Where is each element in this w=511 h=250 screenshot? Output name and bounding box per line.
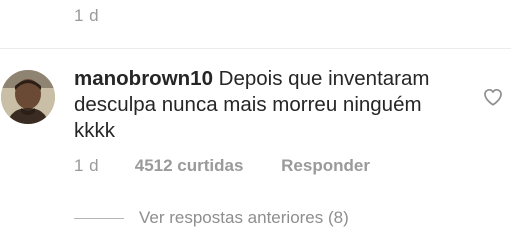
previous-comment-time: 1 d	[74, 6, 100, 25]
view-previous-replies-label: Ver respostas anteriores (8)	[139, 208, 349, 227]
likes-count[interactable]: 4512 curtidas	[135, 156, 244, 176]
comment-username[interactable]: manobrown10	[74, 67, 213, 90]
avatar[interactable]	[1, 70, 55, 124]
divider	[0, 48, 511, 49]
replies-line	[74, 217, 124, 219]
reply-button[interactable]: Responder	[281, 156, 370, 176]
comment-meta: 1 d 4512 curtidas Responder	[74, 156, 370, 176]
avatar-photo	[1, 70, 55, 124]
view-previous-replies-button[interactable]: Ver respostas anteriores (8)	[74, 207, 349, 229]
comment-time: 1 d	[74, 156, 100, 175]
comment-thread: 1 d manobrown10 Depois que inventaram de…	[0, 0, 511, 250]
heart-outline-icon[interactable]	[483, 88, 503, 106]
comment-body: manobrown10 Depois que inventaram descul…	[74, 66, 460, 144]
